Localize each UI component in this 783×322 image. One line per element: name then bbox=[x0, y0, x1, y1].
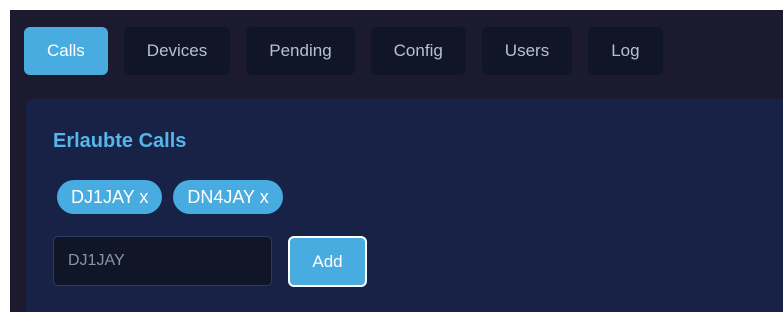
panel-title: Erlaubte Calls bbox=[53, 130, 187, 152]
tab-log[interactable]: Log bbox=[588, 27, 663, 75]
app-window: Calls Devices Pending Config Users Log E… bbox=[10, 10, 783, 312]
tab-bar: Calls Devices Pending Config Users Log bbox=[24, 27, 663, 75]
tab-users[interactable]: Users bbox=[481, 27, 573, 75]
allowed-calls-list: DJ1JAY x DN4JAY x bbox=[57, 180, 283, 214]
tab-config[interactable]: Config bbox=[370, 27, 466, 75]
tab-devices[interactable]: Devices bbox=[123, 27, 231, 75]
call-chip-remove[interactable]: DJ1JAY x bbox=[57, 180, 163, 214]
call-chip-remove[interactable]: DN4JAY x bbox=[173, 180, 283, 214]
tab-calls[interactable]: Calls bbox=[24, 27, 108, 75]
tab-pending[interactable]: Pending bbox=[246, 27, 355, 75]
call-input[interactable] bbox=[53, 236, 272, 286]
calls-panel: Erlaubte Calls DJ1JAY x DN4JAY x Add bbox=[26, 99, 783, 312]
add-button[interactable]: Add bbox=[288, 236, 367, 287]
